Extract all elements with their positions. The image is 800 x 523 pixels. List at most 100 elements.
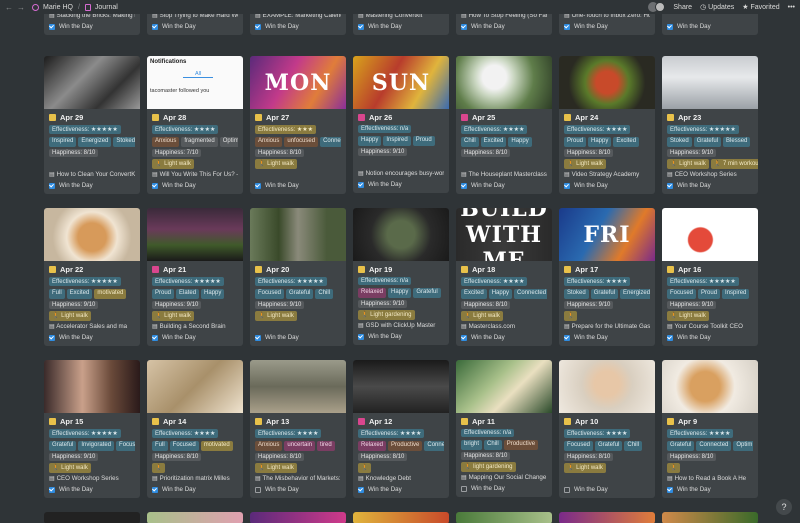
win-the-day-checkbox[interactable]: Win the Day bbox=[255, 484, 341, 495]
journal-card[interactable]: Apr 11 Effectiveness: n/a bright Chill Produ… bbox=[456, 360, 552, 497]
win-the-day-checkbox[interactable]: Win the Day bbox=[358, 179, 444, 190]
win-the-day-checkbox[interactable]: Win the Day bbox=[461, 332, 547, 343]
journal-card[interactable]: Apr 10 Effectiveness: ★★★★ Focused Grateful… bbox=[559, 360, 655, 498]
journal-card[interactable]: Notifications All tacomaster followed you A… bbox=[147, 56, 243, 194]
checkbox-icon[interactable] bbox=[152, 23, 158, 30]
journal-card[interactable]: SUN Apr 26 Effectiveness: n/a Happy Inspired… bbox=[353, 56, 449, 193]
linked-note[interactable] bbox=[667, 14, 753, 21]
win-the-day-checkbox[interactable]: Win the Day bbox=[667, 484, 753, 495]
card-title[interactable]: Apr 11 bbox=[461, 416, 547, 427]
checkbox-icon[interactable] bbox=[461, 23, 467, 30]
journal-card[interactable] bbox=[250, 512, 346, 523]
journal-card[interactable]: ▤ Stacking the Bricks: Making I Win the D… bbox=[44, 14, 140, 35]
card-title[interactable]: Apr 21 bbox=[152, 264, 238, 275]
journal-card[interactable]: Apr 12 Effectiveness: ★★★★ Relaxed Producti… bbox=[353, 360, 449, 498]
journal-card[interactable] bbox=[353, 512, 449, 523]
journal-card[interactable]: Apr 15 Effectiveness: ★★★★★ Grateful Invigo… bbox=[44, 360, 140, 498]
card-title[interactable]: Apr 24 bbox=[564, 112, 650, 123]
journal-card[interactable] bbox=[662, 512, 758, 523]
checkbox-icon[interactable] bbox=[461, 334, 467, 341]
linked-note[interactable]: ▤ Prepare for the Ultimate Gas bbox=[564, 322, 650, 332]
checkbox-icon[interactable] bbox=[255, 23, 261, 30]
linked-note[interactable]: ▤ How To Stop Feeling (So Far) bbox=[461, 14, 547, 21]
linked-note[interactable] bbox=[255, 322, 341, 332]
card-title[interactable]: Apr 16 bbox=[667, 264, 753, 275]
card-title[interactable]: Apr 13 bbox=[255, 416, 341, 427]
journal-card[interactable]: Apr 29 Effectiveness: ★★★★★ Inspired Energi… bbox=[44, 56, 140, 194]
checkbox-icon[interactable] bbox=[49, 486, 55, 493]
win-the-day-checkbox[interactable]: Win the Day bbox=[564, 21, 650, 32]
win-the-day-checkbox[interactable]: Win the Day bbox=[152, 180, 238, 191]
journal-card[interactable]: FRI Apr 17 Effectiveness: ★★★★ Stoked Gratef… bbox=[559, 208, 655, 346]
journal-card[interactable]: Apr 9 Effectiveness: ★★★★ Grateful Connecte… bbox=[662, 360, 758, 498]
back-arrow-icon[interactable]: ← bbox=[5, 3, 13, 12]
linked-note[interactable]: ▤ Mapping Our Social Change I bbox=[461, 473, 547, 483]
journal-card[interactable]: Apr 13 Effectiveness: ★★★★ Anxious uncertai… bbox=[250, 360, 346, 498]
linked-note[interactable]: ▤ Building a Second Brain bbox=[152, 322, 238, 332]
linked-note[interactable]: ▤ Your Course Toolkit CEO bbox=[667, 322, 753, 332]
card-title[interactable]: Apr 29 bbox=[49, 112, 135, 123]
card-title[interactable]: Apr 28 bbox=[152, 112, 238, 123]
linked-note[interactable]: ▤ The Misbehavior of Markets: bbox=[255, 474, 341, 484]
journal-card[interactable]: Apr 24 Effectiveness: ★★★★ Proud Happy Excit… bbox=[559, 56, 655, 194]
linked-note[interactable]: ▤ The Houseplant Masterclass bbox=[461, 170, 547, 180]
checkbox-icon[interactable] bbox=[152, 182, 158, 189]
updates-button[interactable]: ◷ Updates bbox=[700, 3, 734, 11]
breadcrumb-workspace[interactable]: Marie HQ bbox=[43, 4, 73, 11]
card-title[interactable]: Apr 20 bbox=[255, 264, 341, 275]
journal-card[interactable] bbox=[147, 512, 243, 523]
linked-note[interactable] bbox=[564, 474, 650, 484]
card-title[interactable]: Apr 12 bbox=[358, 416, 444, 427]
linked-note[interactable]: ▤ One-Touch to Inbox Zero: Ho bbox=[564, 14, 650, 21]
journal-card[interactable]: ▤ How To Stop Feeling (So Far) Win the Da… bbox=[456, 14, 552, 35]
journal-card[interactable]: MON Apr 27 Effectiveness: ★★★ Anxious unfocu… bbox=[250, 56, 346, 194]
checkbox-icon[interactable] bbox=[49, 334, 55, 341]
win-the-day-checkbox[interactable]: Win the Day bbox=[255, 180, 341, 191]
win-the-day-checkbox[interactable]: Win the Day bbox=[49, 21, 135, 32]
checkbox-icon[interactable] bbox=[358, 23, 364, 30]
checkbox-icon[interactable] bbox=[152, 334, 158, 341]
checkbox-icon[interactable] bbox=[564, 486, 570, 493]
card-title[interactable]: Apr 10 bbox=[564, 416, 650, 427]
linked-note[interactable]: ▤ CEO Workshop Series bbox=[49, 474, 135, 484]
help-button[interactable]: ? bbox=[776, 499, 792, 515]
checkbox-icon[interactable] bbox=[152, 486, 158, 493]
win-the-day-checkbox[interactable]: Win the Day bbox=[667, 21, 753, 32]
card-title[interactable]: Apr 9 bbox=[667, 416, 753, 427]
journal-card[interactable] bbox=[44, 512, 140, 523]
checkbox-icon[interactable] bbox=[667, 23, 673, 30]
card-title[interactable]: Apr 15 bbox=[49, 416, 135, 427]
card-title[interactable]: Apr 27 bbox=[255, 112, 341, 123]
journal-card[interactable]: Apr 14 Effectiveness: ★★★★ Full Focused moti… bbox=[147, 360, 243, 498]
win-the-day-checkbox[interactable]: Win the Day bbox=[358, 21, 444, 32]
card-title[interactable]: Apr 18 bbox=[461, 264, 547, 275]
linked-note[interactable]: ▤ CEO Workshop Series bbox=[667, 170, 753, 180]
win-the-day-checkbox[interactable]: Win the Day bbox=[152, 484, 238, 495]
checkbox-icon[interactable] bbox=[564, 182, 570, 189]
journal-card[interactable] bbox=[559, 512, 655, 523]
checkbox-icon[interactable] bbox=[667, 486, 673, 493]
win-the-day-checkbox[interactable]: Win the Day bbox=[564, 180, 650, 191]
win-the-day-checkbox[interactable]: Win the Day bbox=[255, 21, 341, 32]
card-title[interactable]: Apr 25 bbox=[461, 112, 547, 123]
win-the-day-checkbox[interactable]: Win the Day bbox=[358, 331, 444, 342]
checkbox-icon[interactable] bbox=[358, 181, 364, 188]
checkbox-icon[interactable] bbox=[358, 486, 364, 493]
win-the-day-checkbox[interactable]: Win the Day bbox=[49, 332, 135, 343]
breadcrumb-page[interactable]: Journal bbox=[95, 4, 118, 11]
checkbox-icon[interactable] bbox=[255, 486, 261, 493]
checkbox-icon[interactable] bbox=[564, 23, 570, 30]
linked-note[interactable]: ▤ Stacking the Bricks: Making I bbox=[49, 14, 135, 21]
journal-card[interactable]: Apr 21 Effectiveness: ★★★★★ Proud Elated Hap… bbox=[147, 208, 243, 346]
journal-card[interactable]: Apr 25 Effectiveness: ★★★★ Chill Excited Hap… bbox=[456, 56, 552, 194]
win-the-day-checkbox[interactable]: Win the Day bbox=[461, 180, 547, 191]
journal-card[interactable]: Win the Day bbox=[662, 14, 758, 35]
journal-card[interactable]: Apr 22 Effectiveness: ★★★★★ Full Excited mot… bbox=[44, 208, 140, 346]
journal-card[interactable]: Apr 19 Effectiveness: n/a Relaxed Happy Grat… bbox=[353, 208, 449, 345]
checkbox-icon[interactable] bbox=[49, 182, 55, 189]
linked-note[interactable]: ▤ Accelerator Sales and ma bbox=[49, 322, 135, 332]
linked-note[interactable]: ▤ GSD with ClickUp Master bbox=[358, 321, 444, 331]
journal-card[interactable]: ▤ One-Touch to Inbox Zero: Ho Win the Day bbox=[559, 14, 655, 35]
journal-card[interactable]: BUILD WITH ME Apr 18 Effectiveness: ★★★★ Ex… bbox=[456, 208, 552, 346]
checkbox-icon[interactable] bbox=[358, 333, 364, 340]
